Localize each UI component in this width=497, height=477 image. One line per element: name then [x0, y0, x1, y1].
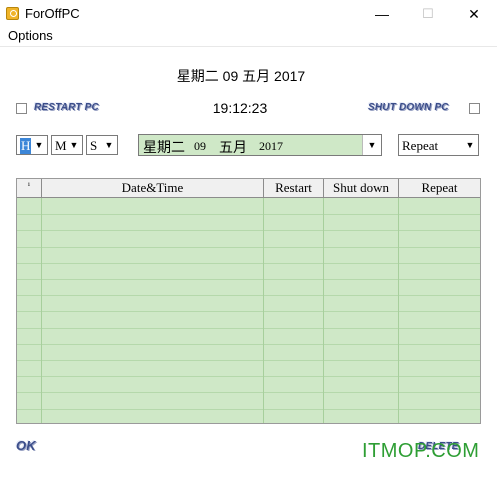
menu-options[interactable]: Options: [8, 28, 53, 43]
ok-button[interactable]: OK: [16, 438, 36, 453]
hour-select[interactable]: H ▼: [16, 135, 48, 155]
chevron-down-icon: ▼: [465, 140, 475, 150]
grid-row-line: [17, 408, 480, 410]
schedule-grid[interactable]: ¹ Date&Time Restart Shut down Repeat: [16, 178, 481, 424]
menu-bar: Options: [0, 28, 497, 46]
grid-row-line: [17, 262, 480, 264]
close-button[interactable]: ✕: [451, 0, 497, 28]
hour-value: H: [20, 138, 32, 154]
grid-row-line: [17, 214, 480, 216]
column-header-repeat[interactable]: Repeat: [399, 179, 480, 197]
second-value: S: [90, 138, 98, 153]
menu-divider: [0, 46, 497, 47]
grid-column-line: [41, 198, 42, 423]
column-header-shutdown[interactable]: Shut down: [324, 179, 399, 197]
column-header-datetime[interactable]: Date&Time: [42, 179, 264, 197]
watermark-text: ITMOP.COM: [362, 440, 480, 462]
grid-column-line: [263, 198, 264, 423]
window-title: ForOffPC: [25, 6, 80, 21]
minimize-button[interactable]: —: [359, 0, 405, 28]
grid-header: ¹ Date&Time Restart Shut down Repeat: [17, 179, 480, 198]
chevron-down-icon: ▼: [34, 140, 44, 150]
date-weekday: 星期二: [143, 139, 185, 155]
grid-column-line: [323, 198, 324, 423]
grid-row-line: [17, 376, 480, 378]
column-header-index[interactable]: ¹: [17, 179, 42, 197]
grid-row-line: [17, 311, 480, 313]
grid-row-line: [17, 343, 480, 345]
minute-value: M: [55, 138, 67, 153]
maximize-button[interactable]: ☐: [405, 0, 451, 28]
shutdown-pc-label[interactable]: SHUT DOWN PC: [368, 102, 449, 113]
grid-row-line: [17, 360, 480, 361]
date-year: 2017: [259, 139, 283, 153]
grid-row-line: [17, 327, 480, 329]
power-app-icon: [6, 7, 19, 20]
chevron-down-icon: ▼: [104, 140, 114, 150]
second-select[interactable]: S ▼: [86, 135, 118, 155]
grid-row-line: [17, 392, 480, 394]
chevron-down-icon: ▼: [69, 140, 79, 150]
title-bar: ForOffPC — ☐ ✕: [0, 0, 497, 28]
grid-column-line: [398, 198, 399, 423]
date-month: 五月: [219, 139, 247, 155]
repeat-value: Repeat: [402, 138, 439, 153]
grid-row-line: [17, 230, 480, 232]
current-date-label: 星期二 09 五月 2017: [176, 68, 306, 84]
grid-row-line: [17, 295, 480, 297]
repeat-select[interactable]: Repeat ▼: [398, 134, 479, 156]
chevron-down-icon[interactable]: ▼: [362, 135, 381, 155]
restart-checkbox[interactable]: [16, 103, 27, 114]
minute-select[interactable]: M ▼: [51, 135, 83, 155]
grid-row-line: [17, 246, 480, 248]
grid-row-line: [17, 279, 480, 280]
date-picker[interactable]: 星期二 09 五月 2017 ▼: [138, 134, 382, 156]
restart-pc-label[interactable]: RESTART PC: [34, 102, 99, 113]
date-day: 09: [194, 139, 206, 153]
current-time-label: 19:12:23: [212, 100, 268, 116]
column-header-restart[interactable]: Restart: [264, 179, 324, 197]
shutdown-checkbox[interactable]: [469, 103, 480, 114]
